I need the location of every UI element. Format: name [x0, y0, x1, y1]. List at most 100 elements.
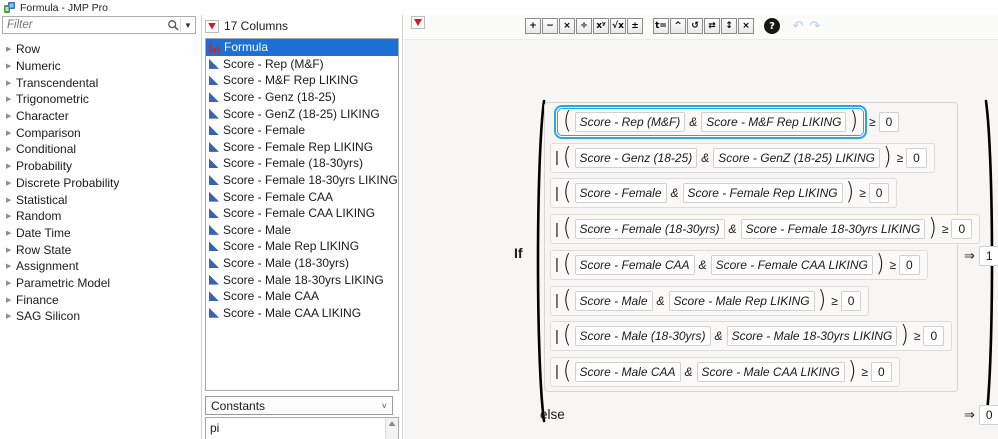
function-category-date-time[interactable]: ▶ Date Time	[0, 225, 200, 242]
undo-button[interactable]: ↶	[790, 18, 806, 34]
function-category-character[interactable]: ▶ Character	[0, 108, 200, 125]
search-icon[interactable]	[167, 19, 180, 32]
function-category-conditional[interactable]: ▶ Conditional	[0, 141, 200, 158]
expand-icon[interactable]: ▶	[6, 279, 16, 287]
comparand[interactable]: 0	[923, 326, 945, 347]
expand-icon[interactable]: ▶	[6, 45, 16, 53]
column-item-score-female[interactable]: Score - Female	[206, 122, 398, 139]
expand-icon[interactable]: ▶	[6, 129, 16, 137]
root-button[interactable]: √x	[610, 18, 626, 34]
comparator[interactable]: ≥	[859, 365, 868, 379]
column-item-score-female-18-30yrs-liking[interactable]: Score - Female 18-30yrs LIKING	[206, 172, 398, 189]
constant-item-pi[interactable]: pi	[206, 418, 398, 435]
column-item-score-female-rep-liking[interactable]: Score - Female Rep LIKING	[206, 139, 398, 156]
column-item-score-female-caa[interactable]: Score - Female CAA	[206, 188, 398, 205]
expand-icon[interactable]: ▶	[6, 112, 16, 120]
expand-icon[interactable]: ▶	[6, 179, 16, 187]
and-expression[interactable]: ( Score - Female & Score - Female Rep LI…	[563, 180, 854, 206]
function-category-row[interactable]: ▶ Row	[0, 41, 200, 58]
swap-terms-button[interactable]: ⇄	[704, 18, 720, 34]
column-item-score-genz-18-25[interactable]: Score - Genz (18-25)	[206, 89, 398, 106]
column-item-score-male-caa[interactable]: Score - Male CAA	[206, 288, 398, 305]
comparator[interactable]: ≥	[895, 151, 904, 165]
and-expression[interactable]: ( Score - Male & Score - Male Rep LIKING…	[563, 287, 826, 313]
columns-menu-button[interactable]	[205, 19, 219, 33]
and-operator[interactable]: &	[670, 186, 680, 200]
insert-multiply-button[interactable]: ×	[559, 18, 575, 34]
comparand[interactable]: 0	[878, 112, 900, 132]
expand-icon[interactable]: ▶	[6, 246, 16, 254]
insert-minus-button[interactable]: −	[542, 18, 558, 34]
column-term[interactable]: Score - Male 18-30yrs LIKING	[726, 326, 898, 347]
condition-group[interactable]: | ( Score - Rep (M&F) & Score - M&F Rep …	[544, 102, 981, 392]
and-expression[interactable]: ( Score - Male CAA & Score - Male CAA LI…	[563, 358, 857, 384]
and-operator[interactable]: &	[684, 365, 694, 379]
column-term[interactable]: Score - Male (18-30yrs)	[574, 326, 711, 347]
column-term[interactable]: Score - Female (18-30yrs)	[574, 219, 725, 240]
function-category-row-state[interactable]: ▶ Row State	[0, 241, 200, 258]
function-category-parametric-model[interactable]: ▶ Parametric Model	[0, 275, 200, 292]
column-item-score-male[interactable]: Score - Male	[206, 222, 398, 239]
column-term[interactable]: Score - GenZ (18-25) LIKING	[713, 147, 880, 168]
comparand[interactable]: 0	[951, 219, 973, 240]
comparand[interactable]: 0	[840, 290, 862, 311]
or-clause[interactable]: | ( Score - Genz (18-25) & Score - GenZ …	[550, 142, 935, 173]
column-term[interactable]: Score - Male Rep LIKING	[668, 290, 815, 311]
column-item-formula[interactable]: Formula	[206, 39, 398, 56]
formula-menu-button[interactable]	[411, 16, 425, 29]
comparand[interactable]: 0	[871, 361, 892, 382]
constants-dropdown[interactable]: Constants ˅	[205, 396, 393, 415]
column-term[interactable]: Score - Female Rep LIKING	[682, 183, 843, 204]
or-clause[interactable]: | ( Score - Female CAA & Score - Female …	[550, 249, 928, 280]
boxing-button[interactable]: ↕	[721, 18, 737, 34]
column-term[interactable]: Score - Rep (M&F)	[574, 112, 686, 132]
and-operator[interactable]: &	[714, 329, 724, 343]
and-operator[interactable]: &	[728, 222, 738, 236]
else-keyword[interactable]: else	[540, 407, 565, 422]
function-category-assignment[interactable]: ▶ Assignment	[0, 258, 200, 275]
redo-button[interactable]: ↷	[807, 18, 823, 34]
column-item-score-female-caa-liking[interactable]: Score - Female CAA LIKING	[206, 205, 398, 222]
filter-input[interactable]	[3, 18, 167, 32]
filter-dropdown-icon[interactable]: ▼	[181, 21, 195, 30]
expand-icon[interactable]: ▶	[6, 296, 16, 304]
function-category-discrete-probability[interactable]: ▶ Discrete Probability	[0, 175, 200, 192]
constants-scrollbar[interactable]	[385, 418, 398, 439]
and-expression[interactable]: ( Score - Male (18-30yrs) & Score - Male…	[563, 323, 909, 349]
and-operator[interactable]: &	[688, 115, 698, 129]
column-term[interactable]: Score - M&F Rep LIKING	[701, 112, 847, 132]
column-term[interactable]: Score - Female CAA LIKING	[710, 254, 873, 275]
function-category-statistical[interactable]: ▶ Statistical	[0, 191, 200, 208]
function-category-finance[interactable]: ▶ Finance	[0, 291, 200, 308]
function-category-sag-silicon[interactable]: ▶ SAG Silicon	[0, 308, 200, 325]
comparator[interactable]: ≥	[829, 294, 838, 308]
else-value[interactable]: 0	[978, 405, 998, 425]
insert-divide-button[interactable]: ÷	[576, 18, 592, 34]
expand-icon[interactable]: ▶	[6, 145, 16, 153]
comparator[interactable]: ≥	[940, 222, 949, 236]
expand-icon[interactable]: ▶	[6, 196, 16, 204]
function-category-trigonometric[interactable]: ▶ Trigonometric	[0, 91, 200, 108]
switch-sign-button[interactable]: ±	[627, 18, 643, 34]
comparator[interactable]: ≥	[867, 115, 876, 129]
expand-icon[interactable]: ▶	[6, 262, 16, 270]
column-term[interactable]: Score - Male CAA	[574, 361, 681, 382]
expand-icon[interactable]: ▶	[6, 212, 16, 220]
comparand[interactable]: 0	[868, 183, 890, 204]
expand-icon[interactable]: ▶	[6, 79, 16, 87]
column-item-score-male-rep-liking[interactable]: Score - Male Rep LIKING	[206, 238, 398, 255]
column-term[interactable]: Score - Female 18-30yrs LIKING	[740, 219, 926, 240]
column-item-score-female-18-30yrs[interactable]: Score - Female (18-30yrs)	[206, 155, 398, 172]
function-category-probability[interactable]: ▶ Probability	[0, 158, 200, 175]
comparator[interactable]: ≥	[912, 329, 921, 343]
or-clause[interactable]: | ( Score - Male CAA & Score - Male CAA …	[550, 356, 900, 387]
column-term[interactable]: Score - Genz (18-25)	[574, 147, 698, 168]
or-clause[interactable]: | ( Score - Female & Score - Female Rep …	[550, 178, 898, 209]
expand-icon[interactable]: ▶	[6, 162, 16, 170]
comparand[interactable]: 0	[899, 254, 920, 275]
column-item-score-male-18-30yrs[interactable]: Score - Male (18-30yrs)	[206, 255, 398, 272]
or-clause[interactable]: | ( Score - Female (18-30yrs) & Score - …	[550, 214, 981, 245]
comparand[interactable]: 0	[906, 147, 927, 168]
help-button[interactable]: ?	[764, 18, 780, 34]
or-clause[interactable]: | ( Score - Male & Score - Male Rep LIKI…	[550, 285, 870, 316]
